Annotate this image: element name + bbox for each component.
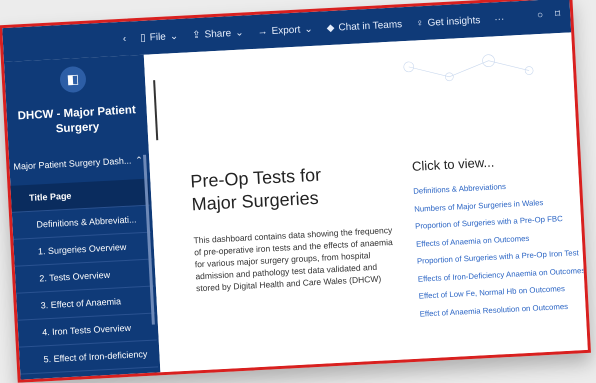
- chat-in-teams-button[interactable]: ◆ Chat in Teams: [326, 19, 402, 34]
- chevron-down-icon: ⌄: [169, 30, 179, 42]
- report-window: ‹ ▯ File ⌄ ⇪ Share ⌄ → Export ⌄ ◆ Chat i…: [0, 0, 591, 383]
- export-menu[interactable]: → Export ⌄: [257, 23, 313, 37]
- report-icon: ◧: [59, 65, 87, 94]
- chevron-down-icon: ⌄: [304, 23, 314, 35]
- report-canvas: Pre-Op Tests for Major Surgeries This da…: [143, 32, 591, 373]
- click-to-view-heading: Click to view...: [411, 154, 495, 174]
- chevron-down-icon: ⌄: [234, 26, 244, 39]
- share-menu[interactable]: ⇪ Share ⌄: [192, 27, 244, 41]
- get-insights-button[interactable]: ♀ Get insights: [416, 15, 481, 29]
- links-list: Definitions & Abbreviations Numbers of M…: [413, 173, 591, 323]
- more-button[interactable]: ···: [494, 13, 505, 25]
- export-icon: →: [257, 25, 268, 38]
- description: This dashboard contains data showing the…: [193, 224, 393, 294]
- bookmark-icon[interactable]: ⌑: [555, 9, 561, 20]
- page-nav: Title Page Definitions & Abbreviati... 1…: [10, 178, 159, 375]
- file-icon: ▯: [139, 32, 147, 44]
- file-menu[interactable]: ▯ File ⌄: [140, 30, 179, 43]
- lightbulb-icon: ♀: [415, 17, 424, 29]
- decorative-pattern: [403, 54, 534, 82]
- share-icon: ⇪: [191, 29, 201, 41]
- divider: [153, 80, 159, 141]
- nav-item-effect-of-iron-deficiency[interactable]: 5. Effect of Iron-deficiency: [18, 340, 159, 375]
- chevron-left-icon: ‹: [122, 33, 127, 45]
- chevron-up-icon: ⌃: [135, 154, 144, 165]
- back-button[interactable]: ‹: [123, 33, 127, 44]
- report-title: DHCW - Major Patient Surgery: [17, 104, 137, 136]
- teams-icon: ◆: [326, 22, 335, 34]
- sidebar: ◧ DHCW - Major Patient Surgery Major Pat…: [3, 54, 161, 380]
- page-title: Pre-Op Tests for Major Surgeries: [189, 164, 322, 215]
- section-header[interactable]: Major Patient Surgery Dash... ⌃: [13, 149, 146, 178]
- reset-icon[interactable]: ○: [537, 10, 544, 21]
